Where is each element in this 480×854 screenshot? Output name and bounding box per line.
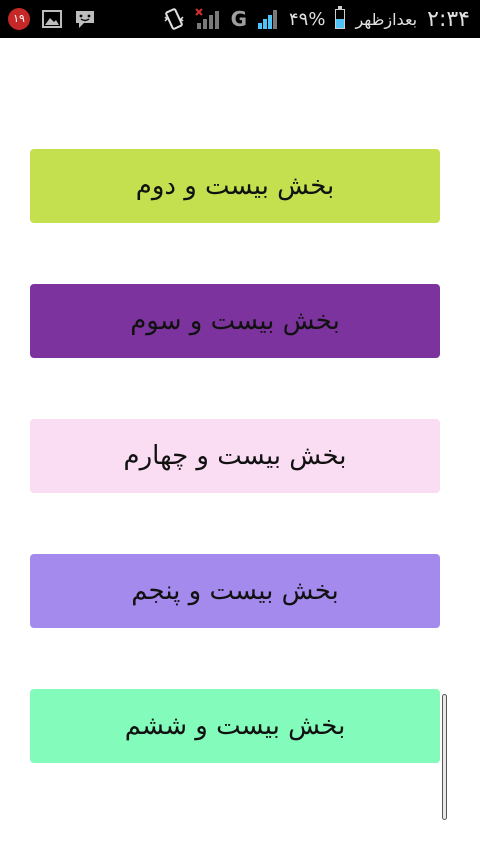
notification-icons: ۱۹ — [8, 4, 96, 34]
network-type: G — [230, 7, 247, 31]
section-23-button[interactable]: بخش بیست و سوم — [30, 284, 440, 358]
chat-icon — [74, 8, 96, 30]
section-list: بخش بیست و دوم بخش بیست و سوم بخش بیست و… — [0, 38, 480, 854]
mobile-signal-icon — [257, 7, 279, 31]
battery-level — [336, 19, 345, 28]
section-24-button[interactable]: بخش بیست و چهارم — [30, 419, 440, 493]
battery-percent: ۴۹% — [288, 8, 326, 30]
section-22-button[interactable]: بخش بیست و دوم — [30, 149, 440, 223]
section-25-button[interactable]: بخش بیست و پنجم — [30, 554, 440, 628]
section-26-button[interactable]: بخش بیست و ششم — [30, 689, 440, 763]
notification-count-badge: ۱۹ — [8, 8, 30, 30]
battery-icon — [335, 6, 346, 29]
clock: ۲:۳۴ — [427, 6, 470, 32]
status-bar: ۱۹ G ۴۹% بعدازظهر ۲:۳۴ — [0, 0, 480, 38]
system-status: G ۴۹% بعدازظهر ۲:۳۴ — [163, 4, 470, 34]
vibrate-icon — [163, 7, 185, 31]
gallery-icon — [42, 10, 62, 28]
time-period: بعدازظهر — [355, 9, 418, 29]
signal-no-data-icon — [194, 7, 221, 31]
scrollbar-thumb[interactable] — [442, 694, 447, 820]
